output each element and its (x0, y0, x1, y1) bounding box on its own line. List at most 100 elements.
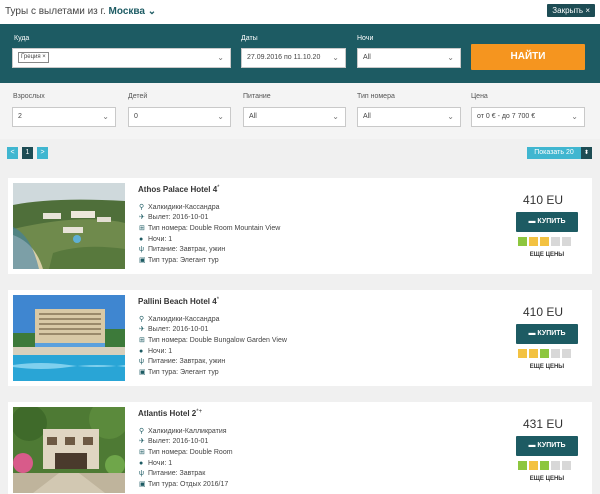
dates-value: 27.09.2016 по 11.10.20 (247, 54, 321, 61)
tour-icon: ▣ (139, 481, 146, 488)
hotel-name-text: Atlantis Hotel 2 (138, 409, 197, 418)
dates-label: Даты (241, 35, 258, 42)
title-prefix: Туры с вылетами из г. (5, 6, 106, 17)
hotel-departure: ✈ Вылет: 2016-10-01 (139, 437, 208, 447)
destination-label: Куда (14, 35, 30, 42)
hotel-tour-type: ▣ Тип тура: Элегант тур (139, 368, 219, 378)
location-text: Халкидики-Калликратия (148, 428, 227, 435)
location-text: Халкидики-Кассандра (148, 204, 220, 211)
price-value: от 0 € - до 7 700 € (477, 113, 536, 120)
close-button[interactable]: Закрыть × (547, 4, 595, 17)
dates-field[interactable]: 27.09.2016 по 11.10.20 ⌄ (241, 48, 346, 68)
cart-icon: ▬ (528, 218, 536, 225)
nights-select[interactable]: All ⌄ (357, 48, 461, 68)
hotel-star-rating: *+ (196, 409, 203, 415)
status-gray-icon (562, 237, 571, 246)
status-yellow-icon (529, 237, 538, 246)
status-gray-icon (551, 237, 560, 246)
hotel-location: ⚲ Халкидики-Калликратия (139, 427, 227, 437)
room-type-select[interactable]: All ⌄ (357, 107, 461, 127)
buy-button[interactable]: ▬ КУПИТЬ (516, 324, 578, 344)
nights-label: Ночи (357, 35, 374, 42)
city-name: Москва (108, 6, 145, 17)
status-yellow-icon (540, 237, 549, 246)
adults-label: Взрослых (13, 93, 45, 100)
status-yellow-icon (529, 349, 538, 358)
hotel-price: 431 EU (522, 417, 564, 431)
children-label: Детей (128, 93, 148, 100)
meal-text: Питание: Завтрак, ужин (148, 358, 226, 365)
location-pin-icon: ⚲ (139, 204, 145, 211)
hotel-room-type: ⊞ Тип номера: Double Room (139, 448, 233, 458)
hotel-photo[interactable] (13, 407, 125, 493)
more-prices-link[interactable]: ЕЩЕ ЦЕНЫ (516, 364, 578, 370)
nights-text: Ночи: 1 (148, 236, 173, 243)
more-prices-link[interactable]: ЕЩЕ ЦЕНЫ (516, 252, 578, 258)
hotel-nights: ● Ночи: 1 (139, 459, 172, 469)
prev-page-button[interactable]: < (7, 147, 18, 159)
buy-label: КУПИТЬ (537, 330, 566, 337)
tour-icon: ▣ (139, 369, 146, 376)
meal-label: Питание (243, 93, 271, 100)
night-icon: ● (139, 348, 144, 355)
departure-text: Вылет: 2016-10-01 (148, 438, 209, 445)
meal-text: Питание: Завтрак (148, 470, 206, 477)
hotel-price: 410 EU (522, 193, 564, 207)
departure-text: Вылет: 2016-10-01 (148, 326, 209, 333)
plane-icon: ✈ (139, 438, 145, 445)
nights-value: All (363, 54, 371, 61)
more-prices-link[interactable]: ЕЩЕ ЦЕНЫ (516, 476, 578, 482)
chevron-down-icon: ⌄ (217, 53, 224, 62)
page-size-button[interactable]: Показать 20 (527, 147, 581, 159)
adults-value: 2 (18, 113, 22, 120)
meal-icon: ψ (139, 470, 144, 477)
hotel-name[interactable]: Atlantis Hotel 2*+ (138, 409, 202, 418)
hotel-nights: ● Ночи: 1 (139, 235, 172, 245)
hotel-card: Pallini Beach Hotel 4* ⚲ Халкидики-Кассан… (8, 290, 592, 386)
page-1-button[interactable]: 1 (22, 147, 33, 159)
hotel-tour-type: ▣ Тип тура: Элегант тур (139, 256, 219, 266)
chevron-down-icon: ⌄ (571, 112, 578, 121)
next-page-button[interactable]: > (37, 147, 48, 159)
room-icon: ⊞ (139, 449, 145, 456)
secondary-filters: Взрослых Детей Питание Тип номера Цена 2… (0, 83, 600, 139)
status-gray-icon (562, 461, 571, 470)
buy-button[interactable]: ▬ КУПИТЬ (516, 436, 578, 456)
plane-icon: ✈ (139, 214, 145, 221)
room-type-value: All (363, 113, 371, 120)
hotel-star-rating: * (216, 297, 220, 303)
status-green-icon (540, 461, 549, 470)
destination-field[interactable]: Греция × ⌄ (12, 48, 231, 68)
find-button[interactable]: НАЙТИ (471, 44, 585, 70)
adults-select[interactable]: 2 ⌄ (12, 107, 116, 127)
night-icon: ● (139, 236, 144, 243)
hotel-room-type: ⊞ Тип номера: Double Bungalow Garden View (139, 336, 287, 346)
meal-icon: ψ (139, 358, 144, 365)
meal-icon: ψ (139, 246, 144, 253)
hotel-photo[interactable] (13, 295, 125, 381)
room-type-label: Тип номера (357, 93, 395, 100)
status-yellow-icon (529, 461, 538, 470)
hotel-name[interactable]: Pallini Beach Hotel 4* (138, 297, 219, 306)
hotel-location: ⚲ Халкидики-Кассандра (139, 203, 220, 213)
hotel-meal: ψ Питание: Завтрак, ужин (139, 245, 225, 255)
departure-city-select[interactable]: Москва ⌄ (109, 6, 157, 17)
buy-label: КУПИТЬ (537, 442, 566, 449)
hotel-photo[interactable] (13, 183, 125, 269)
buy-button[interactable]: ▬ КУПИТЬ (516, 212, 578, 232)
meal-value: All (249, 113, 257, 120)
tour-text: Тип тура: Элегант тур (148, 257, 219, 264)
price-select[interactable]: от 0 € - до 7 700 € ⌄ (471, 107, 585, 127)
children-select[interactable]: 0 ⌄ (128, 107, 231, 127)
destination-chip[interactable]: Греция × (18, 52, 49, 63)
status-gray-icon (562, 349, 571, 358)
room-icon: ⊞ (139, 337, 145, 344)
buy-label: КУПИТЬ (537, 218, 566, 225)
hotel-card: Athos Palace Hotel 4* ⚲ Халкидики-Кассанд… (8, 178, 592, 274)
sort-arrows-icon[interactable]: ⬍ (581, 147, 592, 159)
hotel-card: Atlantis Hotel 2*+ ⚲ Халкидики-Калликрати… (8, 402, 592, 494)
meal-select[interactable]: All ⌄ (243, 107, 346, 127)
cart-icon: ▬ (528, 330, 536, 337)
hotel-name[interactable]: Athos Palace Hotel 4* (138, 185, 219, 194)
hotel-room-type: ⊞ Тип номера: Double Room Mountain View (139, 224, 280, 234)
